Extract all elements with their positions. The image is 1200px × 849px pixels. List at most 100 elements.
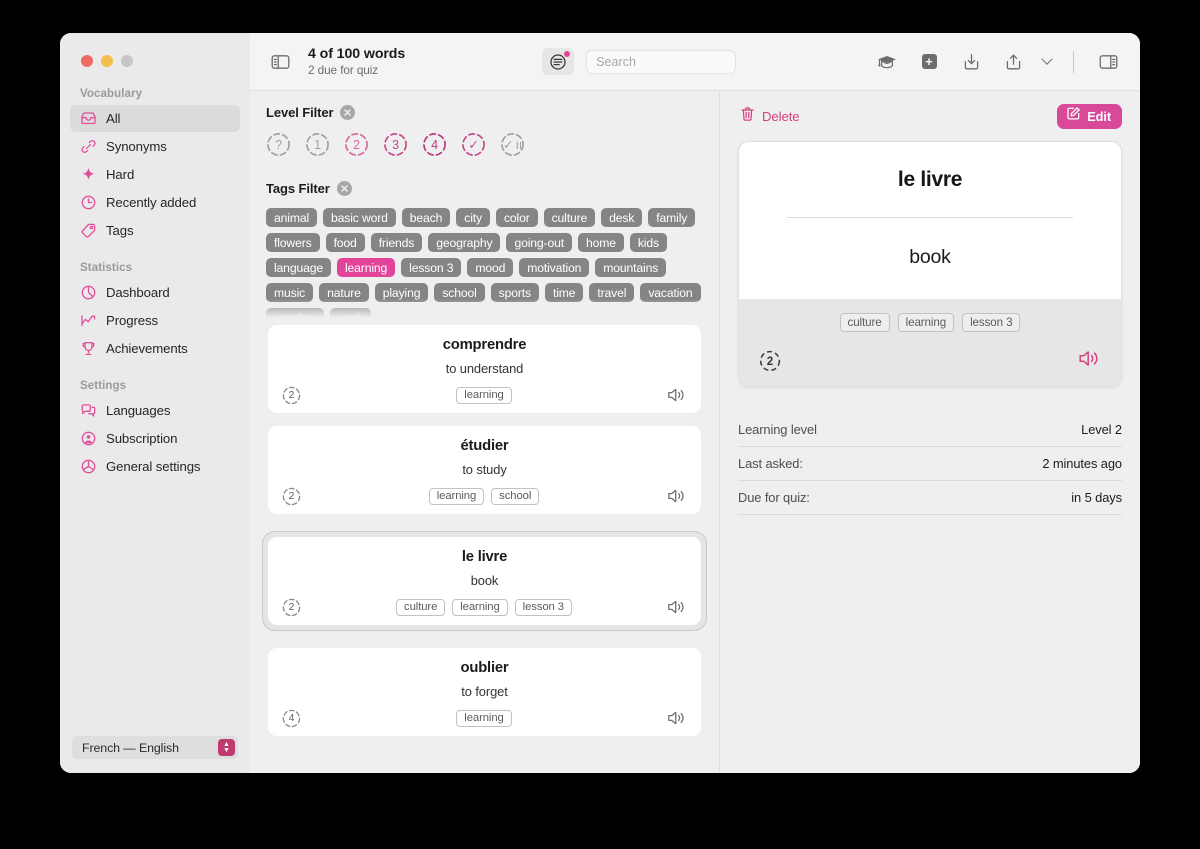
tag-pill[interactable]: mountains (595, 258, 667, 277)
tag-pill[interactable]: flowers (266, 233, 320, 252)
level-filter-badge-5[interactable]: 4 (422, 132, 447, 157)
chevron-updown-icon: ▲ ▼ (218, 739, 235, 756)
speaker-wave-icon[interactable] (667, 486, 687, 506)
word-card[interactable]: le livre book 2 culture learning lesson 3 (268, 537, 701, 625)
tag-pill[interactable]: work (330, 308, 372, 325)
toolbar-divider (1073, 50, 1075, 73)
sidebar-section-title: Statistics (80, 262, 133, 274)
clear-level-filter-icon[interactable] (340, 105, 356, 120)
word-card-row[interactable]: comprendre to understand 2 learning (250, 325, 719, 413)
level-filter-badge-6[interactable]: ✓ (461, 132, 486, 157)
tag-pill[interactable]: lesson 3 (401, 258, 462, 277)
tag-pill[interactable]: animal (266, 208, 318, 227)
tag-pill[interactable]: beach (401, 208, 451, 227)
word-card[interactable]: comprendre to understand 2 learning (268, 325, 701, 413)
word-card-row[interactable]: le livre book 2 culture learning lesson 3 (250, 527, 719, 635)
edit-button-label: Edit (1087, 108, 1111, 124)
sidebar-item-tags[interactable]: Tags (70, 217, 240, 244)
chevron-down-icon[interactable] (1041, 49, 1053, 75)
tag-pill[interactable]: nature (319, 283, 369, 302)
tag-pill[interactable]: kids (629, 233, 667, 252)
sidebar-item-all[interactable]: All (70, 105, 240, 132)
word-card[interactable]: étudier to study 2 learning school (268, 426, 701, 514)
detail-actions: Delete Edit (738, 91, 1122, 141)
page-title: 4 of 100 words (308, 46, 406, 62)
level-filter-badge-3[interactable]: 2 (344, 132, 369, 157)
tag-pill[interactable]: friends (370, 233, 423, 252)
tag-pill[interactable]: time (544, 283, 584, 302)
sidebar-left-icon[interactable] (266, 49, 294, 75)
tag-pill[interactable]: playing (374, 283, 429, 302)
sidebar-item-synonyms[interactable]: Synonyms (70, 133, 240, 160)
tag-pill[interactable]: city (456, 208, 490, 227)
level-filter-badge-4[interactable]: 3 (383, 132, 408, 157)
card-gap (250, 635, 719, 648)
search-input[interactable] (586, 49, 737, 74)
sidebar-item-subscription[interactable]: Subscription (70, 425, 240, 452)
tag-pill[interactable]: geography (428, 233, 501, 252)
sidebar-item-hard[interactable]: Hard (70, 161, 240, 188)
word-card-row[interactable]: étudier to study 2 learning school (250, 426, 719, 514)
level-filter-badge-7[interactable]: ✓ ıı (500, 132, 525, 157)
minimize-window-button[interactable] (101, 55, 113, 67)
add-square-icon[interactable]: + (915, 49, 943, 75)
word-card-list[interactable]: comprendre to understand 2 learning étudier t… (250, 325, 719, 773)
title-block: 4 of 100 words 2 due for quiz (308, 46, 405, 77)
pie-chart-icon (80, 284, 97, 301)
close-window-button[interactable] (81, 55, 93, 67)
speaker-wave-icon[interactable] (667, 385, 687, 405)
tag-pill[interactable]: music (266, 283, 314, 302)
level-filter-badge-2[interactable]: 1 (305, 132, 330, 157)
sidebar-item-progress[interactable]: Progress (70, 307, 240, 334)
tag-pill[interactable]: food (325, 233, 365, 252)
detail-flashcard[interactable]: le livre book culture learning lesson 3 2 (738, 141, 1122, 387)
tag-pill[interactable]: travel (589, 283, 635, 302)
graduation-cap-icon[interactable] (873, 49, 901, 75)
delete-button-label: Delete (762, 108, 800, 124)
edit-button[interactable]: Edit (1057, 103, 1122, 129)
speaker-wave-icon[interactable] (667, 597, 687, 617)
tag-pill[interactable]: sports (490, 283, 539, 302)
delete-button[interactable]: Delete (738, 106, 800, 127)
word-card-row[interactable]: oublier to forget 4 learning (250, 648, 719, 736)
tag-pill[interactable]: learning (336, 258, 396, 277)
import-down-icon[interactable] (957, 49, 985, 75)
sidebar-item-achievements[interactable]: Achievements (70, 335, 240, 362)
sidebar-item-recently-added[interactable]: Recently added (70, 189, 240, 216)
share-up-icon[interactable] (999, 49, 1027, 75)
tag-pill[interactable]: mood (467, 258, 514, 277)
language-pair-selector[interactable]: French — English ▲ ▼ (72, 736, 238, 759)
level-badge-glyph: 2 (353, 137, 360, 152)
speaker-wave-icon[interactable] (667, 708, 687, 728)
tag-pill[interactable]: home (577, 233, 624, 252)
speaker-wave-icon[interactable] (1078, 348, 1101, 374)
tag-pill[interactable]: going-out (506, 233, 572, 252)
tag-pill[interactable]: weather (266, 308, 325, 325)
filter-lines-icon[interactable] (542, 48, 575, 75)
tag-pill[interactable]: culture (543, 208, 596, 227)
search-field[interactable] (596, 54, 727, 69)
detail-info-value: in 5 days (1071, 490, 1122, 505)
word-card[interactable]: oublier to forget 4 learning (268, 648, 701, 736)
word-card-level-badge: 4 (282, 709, 301, 728)
level-filter-badge-1[interactable]: ? (266, 132, 291, 157)
tag-pill[interactable]: color (495, 208, 538, 227)
window-traffic-lights (60, 33, 250, 67)
tag-pill[interactable]: desk (601, 208, 643, 227)
tag-pill[interactable]: vacation (640, 283, 701, 302)
sidebar-item-languages[interactable]: Languages (70, 397, 240, 424)
tag-pill[interactable]: basic word (323, 208, 396, 227)
sidebar-item-general-settings[interactable]: General settings (70, 453, 240, 480)
zoom-window-button[interactable] (121, 55, 133, 67)
tag-pill[interactable]: family (648, 208, 696, 227)
detail-info-row: Due for quiz: in 5 days (738, 481, 1122, 515)
sidebar-right-icon[interactable] (1094, 49, 1122, 75)
tag-pill[interactable]: motivation (519, 258, 590, 277)
flashcard-meta-row: 2 (759, 350, 1101, 372)
person-circle-icon (80, 430, 97, 447)
tags-filter-title: Tags Filter (266, 181, 330, 196)
clear-tags-filter-icon[interactable] (336, 181, 352, 196)
sidebar-item-dashboard[interactable]: Dashboard (70, 279, 240, 306)
tag-pill[interactable]: language (266, 258, 331, 277)
tag-pill[interactable]: school (434, 283, 485, 302)
